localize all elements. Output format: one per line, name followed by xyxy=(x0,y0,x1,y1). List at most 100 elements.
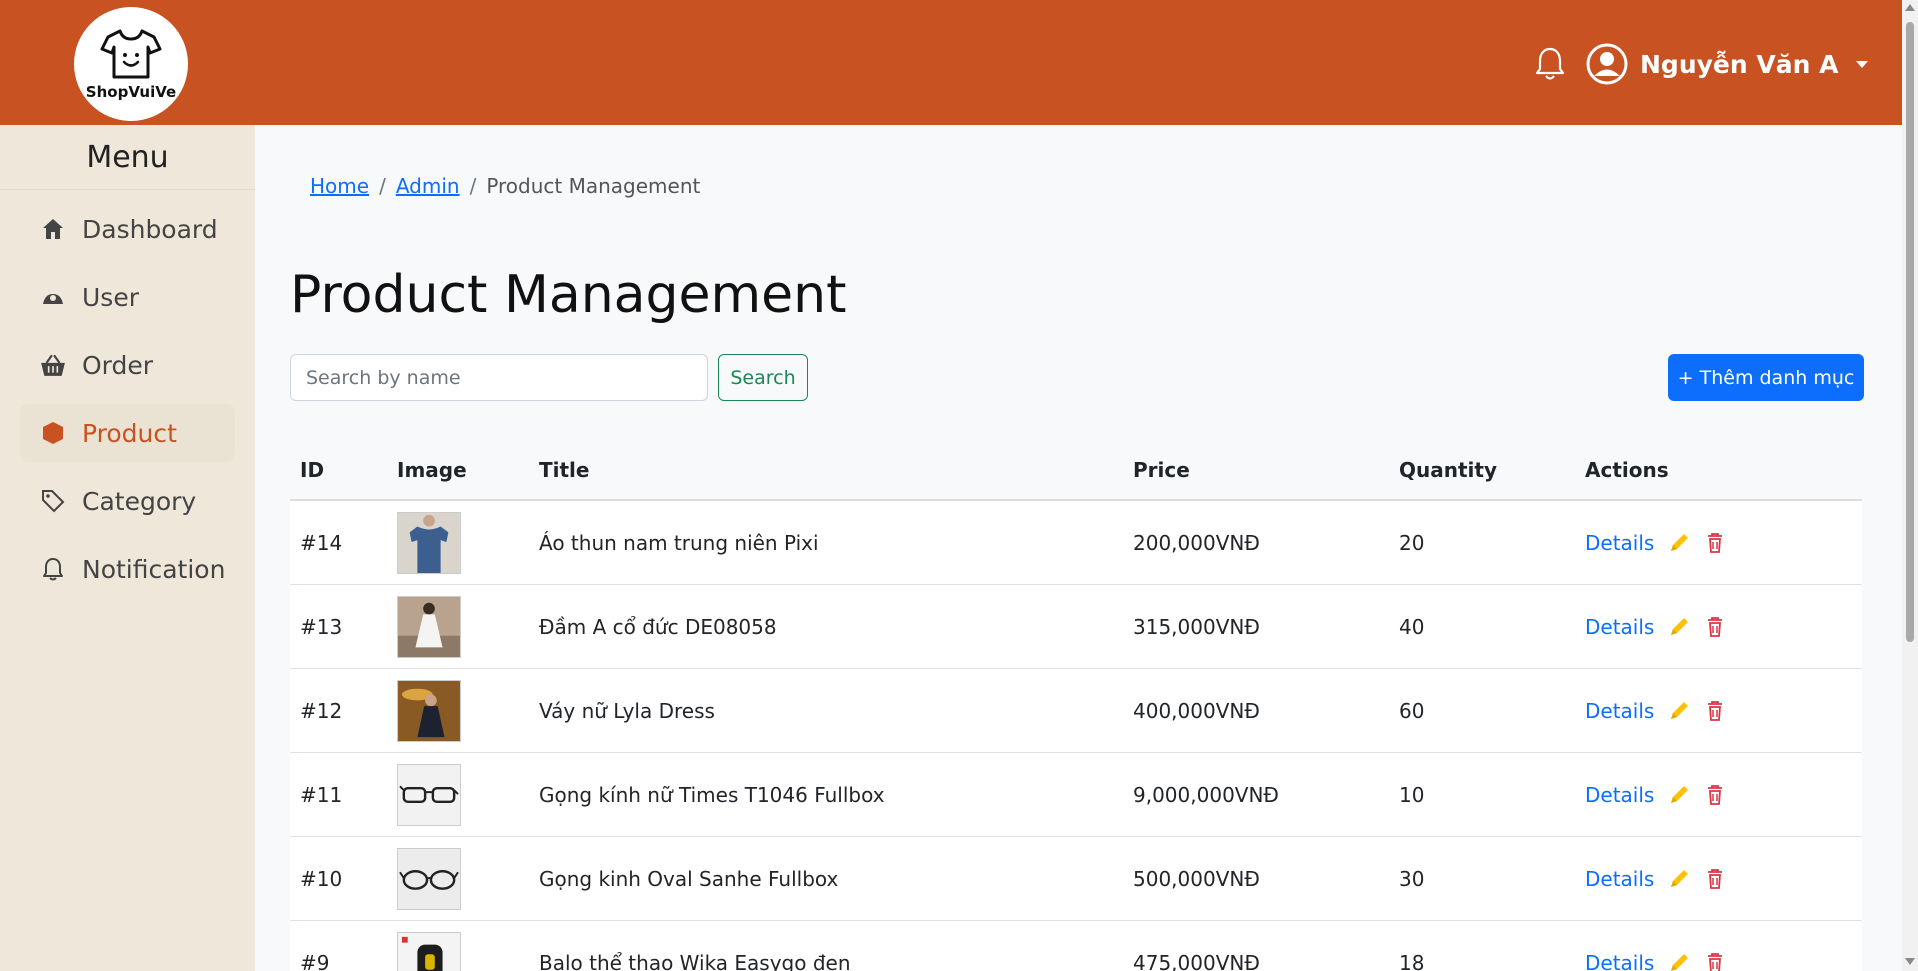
sidebar: Menu Dashboard User Order Product Catego… xyxy=(0,125,255,971)
column-header-quantity: Quantity xyxy=(1399,458,1497,482)
product-title: Gọng kinh Oval Sanhe Fullbox xyxy=(539,866,839,891)
breadcrumb-separator: / xyxy=(379,174,386,198)
trash-delete-icon[interactable] xyxy=(1704,700,1726,722)
sidebar-item-label: Product xyxy=(82,418,177,448)
table-row: #14 Áo thun nam trung niên Pixi 200,000V… xyxy=(290,501,1862,585)
breadcrumb: Home / Admin / Product Management xyxy=(290,165,1860,207)
details-link[interactable]: Details xyxy=(1585,699,1654,723)
sidebar-item-product[interactable]: Product xyxy=(20,404,235,462)
breadcrumb-separator: / xyxy=(469,174,477,198)
product-title: Balo thể thao Wika Easygo đen xyxy=(539,950,851,971)
scrollbar-thumb[interactable] xyxy=(1906,22,1914,642)
page-scrollbar[interactable] xyxy=(1902,0,1918,971)
sidebar-nav: Dashboard User Order Product Category No… xyxy=(0,190,255,598)
product-table: ID Image Title Price Quantity Actions #1… xyxy=(290,441,1862,971)
product-title: Áo thun nam trung niên Pixi xyxy=(539,530,819,555)
product-quantity: 18 xyxy=(1399,950,1425,971)
column-header-actions: Actions xyxy=(1585,458,1669,482)
breadcrumb-current: Product Management xyxy=(486,174,701,198)
top-header: ShopVuiVe Nguyễn Văn A xyxy=(0,0,1902,125)
product-thumbnail xyxy=(397,679,461,742)
row-actions: Details xyxy=(1585,699,1862,723)
row-actions: Details xyxy=(1585,531,1862,555)
product-price: 400,000VNĐ xyxy=(1133,698,1260,723)
add-category-button[interactable]: + Thêm danh mục xyxy=(1668,354,1864,401)
sidebar-item-dashboard[interactable]: Dashboard xyxy=(20,200,235,258)
tshirt-logo-icon xyxy=(100,29,162,79)
pencil-edit-icon[interactable] xyxy=(1668,868,1690,890)
product-title: Đầm A cổ đức DE08058 xyxy=(539,614,777,639)
pencil-edit-icon[interactable] xyxy=(1668,700,1690,722)
scroll-down-arrow-icon[interactable] xyxy=(1905,958,1915,965)
trash-delete-icon[interactable] xyxy=(1704,952,1726,971)
details-link[interactable]: Details xyxy=(1585,783,1654,807)
table-row: #13 Đầm A cổ đức DE08058 315,000VNĐ 40 D… xyxy=(290,585,1862,669)
column-header-title: Title xyxy=(539,458,590,482)
product-quantity: 30 xyxy=(1399,866,1425,891)
product-price: 500,000VNĐ xyxy=(1133,866,1260,891)
product-price: 315,000VNĐ xyxy=(1133,614,1260,639)
product-thumbnail xyxy=(397,931,461,971)
details-link[interactable]: Details xyxy=(1585,615,1654,639)
product-quantity: 10 xyxy=(1399,782,1425,807)
row-actions: Details xyxy=(1585,615,1862,639)
sidebar-item-order[interactable]: Order xyxy=(20,336,235,394)
trash-delete-icon[interactable] xyxy=(1704,532,1726,554)
sidebar-item-label: User xyxy=(82,282,139,312)
product-price: 475,000VNĐ xyxy=(1133,950,1260,971)
product-thumbnail xyxy=(397,847,461,910)
shop-logo[interactable]: ShopVuiVe xyxy=(74,7,188,121)
sidebar-item-label: Dashboard xyxy=(82,214,218,244)
page-title: Product Management xyxy=(290,265,847,325)
product-id: #13 xyxy=(300,614,343,639)
product-id: #12 xyxy=(300,698,343,723)
basket-icon xyxy=(40,352,66,378)
box-icon xyxy=(40,420,66,446)
search-input[interactable] xyxy=(290,354,708,401)
pencil-edit-icon[interactable] xyxy=(1668,952,1690,971)
row-actions: Details xyxy=(1585,867,1862,891)
user-menu[interactable]: Nguyễn Văn A xyxy=(1586,42,1869,86)
table-row: #9 Balo thể thao Wika Easygo đen 475,000… xyxy=(290,921,1862,971)
product-thumbnail xyxy=(397,763,461,826)
product-id: #10 xyxy=(300,866,343,891)
search-button[interactable]: Search xyxy=(718,354,808,401)
sidebar-item-user[interactable]: User xyxy=(20,268,235,326)
product-price: 200,000VNĐ xyxy=(1133,530,1260,555)
sidebar-item-label: Category xyxy=(82,486,197,516)
trash-delete-icon[interactable] xyxy=(1704,616,1726,638)
table-row: #11 Gọng kính nữ Times T1046 Fullbox 9,0… xyxy=(290,753,1862,837)
column-header-id: ID xyxy=(300,458,325,482)
table-row: #10 Gọng kinh Oval Sanhe Fullbox 500,000… xyxy=(290,837,1862,921)
pencil-edit-icon[interactable] xyxy=(1668,784,1690,806)
table-header: ID Image Title Price Quantity Actions xyxy=(290,441,1862,501)
user-name: Nguyễn Văn A xyxy=(1640,49,1839,79)
row-actions: Details xyxy=(1585,783,1862,807)
product-quantity: 40 xyxy=(1399,614,1425,639)
breadcrumb-home-link[interactable]: Home xyxy=(310,174,369,198)
user-circle-icon xyxy=(1586,43,1628,85)
pencil-edit-icon[interactable] xyxy=(1668,532,1690,554)
product-thumbnail xyxy=(397,595,461,658)
pencil-edit-icon[interactable] xyxy=(1668,616,1690,638)
bell-icon[interactable] xyxy=(1533,46,1567,82)
details-link[interactable]: Details xyxy=(1585,867,1654,891)
breadcrumb-admin-link[interactable]: Admin xyxy=(396,174,460,198)
product-id: #11 xyxy=(300,782,343,807)
product-id: #9 xyxy=(300,950,330,971)
sidebar-item-notification[interactable]: Notification xyxy=(20,540,235,598)
product-quantity: 20 xyxy=(1399,530,1425,555)
trash-delete-icon[interactable] xyxy=(1704,868,1726,890)
product-id: #14 xyxy=(300,530,343,555)
scroll-up-arrow-icon[interactable] xyxy=(1905,4,1915,11)
details-link[interactable]: Details xyxy=(1585,951,1654,971)
home-icon xyxy=(40,216,66,242)
user-icon xyxy=(40,284,66,310)
sidebar-item-category[interactable]: Category xyxy=(20,472,235,530)
menu-title: Menu xyxy=(0,125,255,190)
chevron-down-icon xyxy=(1856,60,1869,68)
details-link[interactable]: Details xyxy=(1585,531,1654,555)
product-quantity: 60 xyxy=(1399,698,1425,723)
product-title: Váy nữ Lyla Dress xyxy=(539,698,715,723)
trash-delete-icon[interactable] xyxy=(1704,784,1726,806)
